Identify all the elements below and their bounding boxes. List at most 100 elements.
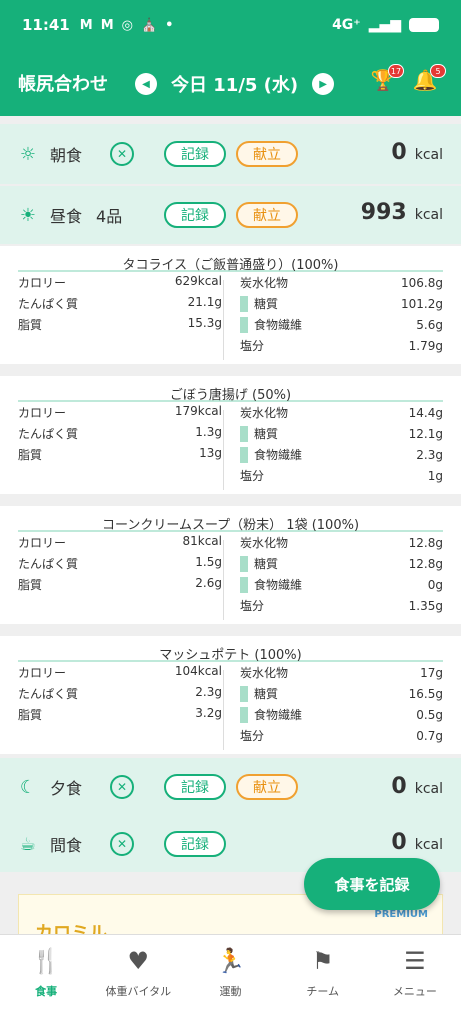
- fiber-label: 食物繊維: [254, 318, 303, 332]
- runner-icon: 🏃: [215, 947, 246, 975]
- next-day-button[interactable]: ▶: [312, 73, 335, 95]
- carbs-label: 炭水化物: [240, 406, 289, 420]
- food-card[interactable]: コーンクリームスープ（粉末） 1袋 (100%) カロリー 81kcal 炭水化物 1…: [0, 506, 461, 624]
- sugar-bar: [240, 685, 248, 702]
- gmail-icon: M: [79, 17, 93, 33]
- meal-name: 間食: [50, 836, 83, 855]
- premium-label: PREMIUM: [374, 909, 428, 920]
- salt-label: 塩分: [240, 469, 265, 483]
- menu-button[interactable]: 献立: [236, 774, 298, 800]
- fat-value: 15.3g: [187, 316, 222, 330]
- column-divider: [223, 540, 224, 620]
- menu-button[interactable]: 献立: [236, 141, 298, 167]
- meal-list: ☼ 朝食 ✕ 記録 献立 0 kcal ☀ 昼食 4品 記録 献立 993 kc…: [0, 116, 461, 934]
- fork-knife-icon: 🍴: [31, 947, 62, 975]
- sugar-value: 16.5g: [408, 686, 443, 701]
- carbs-label: 炭水化物: [240, 536, 289, 550]
- tab-meal[interactable]: 🍴 食事: [0, 935, 92, 1024]
- no-eat-button[interactable]: ✕: [110, 142, 134, 166]
- no-eat-button[interactable]: ✕: [110, 775, 134, 799]
- notification-badge: 5: [430, 64, 446, 78]
- column-divider: [223, 410, 224, 490]
- tab-label: 体重バイタル: [105, 985, 172, 998]
- carbs-value: 17g: [420, 665, 443, 680]
- meal-name: 朝食: [50, 146, 83, 165]
- meal-name: 夕食: [50, 779, 83, 798]
- protein-label: たんぱく質: [18, 427, 79, 441]
- page-title: 帳尻合わせ: [18, 74, 108, 95]
- heart-icon: ♥: [127, 947, 150, 975]
- tab-weight[interactable]: ♥ 体重バイタル: [92, 935, 184, 1024]
- fiber-value: 5.6g: [416, 317, 443, 332]
- fat-value: 13g: [199, 446, 222, 460]
- menu-button[interactable]: 献立: [236, 202, 298, 228]
- calorie-value: 81kcal: [182, 534, 222, 548]
- tab-label: メニュー: [392, 985, 437, 998]
- tab-label: 食事: [35, 985, 58, 998]
- trophy-badge: 17: [388, 64, 404, 78]
- meal-kcal: 0 kcal: [391, 140, 443, 165]
- notification-button[interactable]: 🔔 5: [410, 64, 446, 98]
- salt-value: 1.79g: [408, 338, 443, 353]
- kcal-value: 0: [391, 140, 407, 165]
- tab-exercise[interactable]: 🏃 運動: [184, 935, 276, 1024]
- food-card[interactable]: ごぼう唐揚げ (50%) カロリー 179kcal 炭水化物 14.4g たんぱく質 1…: [0, 376, 461, 494]
- column-divider: [223, 670, 224, 750]
- tab-label: チーム: [306, 985, 340, 998]
- kcal-value: 0: [391, 830, 407, 855]
- salt-value: 1.35g: [408, 598, 443, 613]
- meal-kcal: 0 kcal: [391, 774, 443, 799]
- kcal-unit: kcal: [414, 781, 443, 797]
- salt-label: 塩分: [240, 599, 265, 613]
- fat-value: 2.6g: [195, 576, 222, 590]
- sugar-value: 12.8g: [408, 556, 443, 571]
- food-name: ごぼう唐揚げ (50%): [18, 376, 443, 403]
- flag-icon: ⚑: [311, 947, 334, 975]
- protein-value: 2.3g: [195, 685, 222, 699]
- calorie-label: カロリー: [18, 666, 67, 680]
- protein-label: たんぱく質: [18, 557, 79, 571]
- food-card[interactable]: マッシュポテト (100%) カロリー 104kcal 炭水化物 17g たんぱく質 2…: [0, 636, 461, 754]
- fiber-bar: [240, 446, 248, 463]
- kcal-value: 993: [360, 200, 407, 225]
- instagram-icon: ◎: [121, 17, 133, 33]
- record-button[interactable]: 記録: [164, 831, 226, 857]
- record-button[interactable]: 記録: [164, 202, 226, 228]
- trophy-button[interactable]: 🏆 17: [368, 64, 404, 98]
- record-button[interactable]: 記録: [164, 774, 226, 800]
- sugar-bar: [240, 295, 248, 312]
- record-meal-button[interactable]: 食事を記録: [304, 858, 440, 910]
- protein-value: 21.1g: [187, 295, 222, 309]
- meal-row-lunch[interactable]: ☀ 昼食 4品 記録 献立 993 kcal: [0, 186, 461, 244]
- no-eat-button[interactable]: ✕: [110, 832, 134, 856]
- record-button[interactable]: 記録: [164, 141, 226, 167]
- fiber-label: 食物繊維: [254, 448, 303, 462]
- fat-label: 脂質: [18, 578, 43, 592]
- fat-label: 脂質: [18, 708, 43, 722]
- calorie-value: 179kcal: [174, 404, 222, 418]
- sugar-label: 糖質: [254, 297, 279, 311]
- tab-menu[interactable]: ☰ メニュー: [369, 935, 461, 1024]
- meal-row-breakfast: ☼ 朝食 ✕ 記録 献立 0 kcal: [0, 124, 461, 184]
- current-date[interactable]: 今日 11/5 (水): [171, 71, 298, 97]
- calorie-label: カロリー: [18, 536, 67, 550]
- calorie-label: カロリー: [18, 276, 67, 290]
- food-name: マッシュポテト (100%): [18, 636, 443, 663]
- kcal-unit: kcal: [414, 147, 443, 163]
- carbs-value: 12.8g: [408, 535, 443, 550]
- food-card[interactable]: タコライス（ご飯普通盛り）(100%) カロリー 629kcal 炭水化物 106.8…: [0, 246, 461, 364]
- protein-value: 1.5g: [195, 555, 222, 569]
- battery-icon: [409, 18, 439, 32]
- salt-label: 塩分: [240, 339, 265, 353]
- calorie-value: 629kcal: [174, 274, 222, 288]
- sugar-label: 糖質: [254, 427, 279, 441]
- kcal-unit: kcal: [414, 837, 443, 853]
- food-name: コーンクリームスープ（粉末） 1袋 (100%): [18, 506, 443, 533]
- tab-team[interactable]: ⚑ チーム: [277, 935, 369, 1024]
- app-logo: カロミル: [35, 923, 107, 934]
- meal-name: 昼食: [50, 207, 83, 226]
- carbs-label: 炭水化物: [240, 276, 289, 290]
- notification-icons: M M ◎ ⛪ •: [80, 18, 174, 33]
- fiber-bar: [240, 706, 248, 723]
- prev-day-button[interactable]: ◀: [135, 73, 157, 95]
